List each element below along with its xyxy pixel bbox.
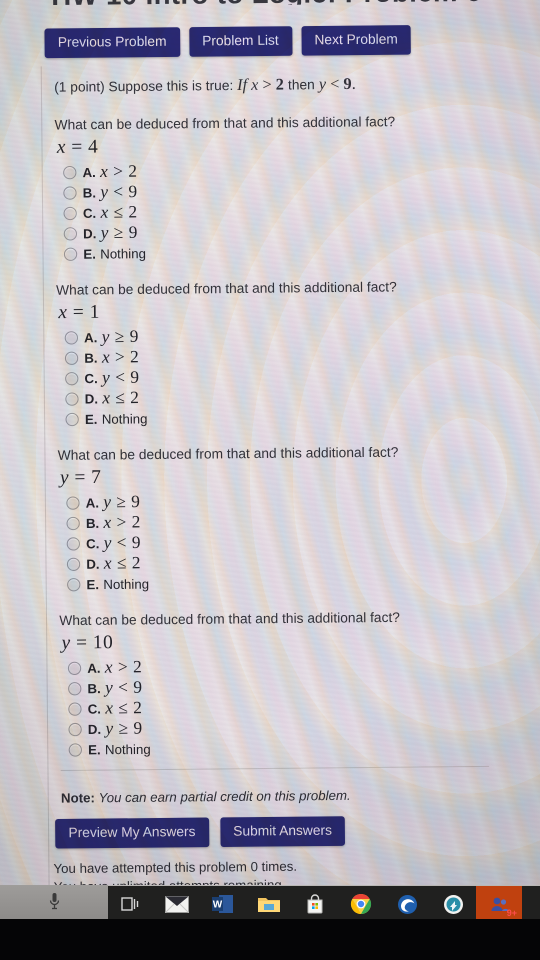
cortana-area[interactable] [0,885,108,919]
radio-button[interactable] [64,351,79,365]
mail-icon[interactable] [154,886,200,922]
notification-badge: 9+ [506,908,517,918]
teal-app-icon[interactable] [430,886,476,922]
radio-button[interactable] [65,371,79,385]
answer-option-label: A. y ≥ 9 [84,326,139,347]
microphone-icon [49,893,59,910]
radio-button[interactable] [63,226,78,241]
answer-option-label: D. x ≤ 2 [86,552,142,573]
question-block: What can be deduced from that and this a… [54,113,494,264]
radio-button[interactable] [66,495,80,510]
microsoft-store-icon[interactable] [292,886,338,922]
question-stem: What can be deduced from that and this a… [59,609,400,629]
note-text: Note: You can earn partial credit on thi… [61,788,351,806]
radio-button[interactable] [68,701,82,716]
given-fact: y = 7 [59,466,102,489]
answer-option-label: B. x > 2 [84,346,140,367]
answer-option[interactable]: E. Nothing [68,735,500,760]
problem-list-button[interactable]: Problem List [188,26,293,57]
answer-option[interactable]: E. Nothing [63,239,495,264]
problem-panel: (1 point) Suppose this is true: If x > 2… [40,61,514,895]
question-stem: What can be deduced from that and this a… [56,279,397,298]
radio-button[interactable] [66,536,81,551]
answer-option-label: C. y < 9 [84,367,140,388]
file-explorer-icon[interactable] [246,886,292,922]
radio-button[interactable] [63,165,77,179]
radio-button[interactable] [63,185,77,200]
page-title: HW 10 Intro to Logic: Problem 6 [0,0,540,8]
answer-option[interactable]: E. Nothing [65,405,496,430]
answer-option-label: B. y < 9 [87,677,143,698]
given-fact: x = 1 [58,301,100,324]
radio-button[interactable] [67,577,81,591]
answer-option[interactable]: E. Nothing [67,570,498,595]
problem-navigation: Previous Problem Problem List Next Probl… [44,25,412,58]
edge-icon[interactable] [384,886,430,922]
answer-option-label: D. y ≥ 9 [87,718,143,738]
letterbox-bottom [0,919,540,960]
radio-button[interactable] [68,681,82,695]
answer-option-label: E. Nothing [86,576,150,593]
given-fact: x = 4 [56,136,99,158]
answer-option-label: D. y ≥ 9 [83,222,138,243]
radio-button[interactable] [63,206,77,220]
task-view-icon[interactable] [108,886,154,922]
prompt-points: (1 point) Suppose this is true: [54,77,238,95]
answer-option-label: A. y ≥ 9 [85,491,141,512]
radio-button[interactable] [65,412,79,426]
windows-taskbar: W 9+ [108,886,540,922]
problem-prompt: (1 point) Suppose this is true: If x > 2… [54,75,356,95]
radio-button[interactable] [66,516,80,530]
question-block: What can be deduced from that and this a… [56,278,496,429]
question-stem: What can be deduced from that and this a… [54,113,396,133]
answer-option-label: A. x > 2 [87,657,143,677]
attempts-count-line: You have attempted this problem 0 times. [53,858,298,877]
photographed-screen: HW 10 Intro to Logic: Problem 6 Previous… [0,0,540,905]
question-block: What can be deduced from that and this a… [59,609,499,760]
answer-option-label: E. Nothing [88,741,151,758]
answer-option-label: B. y < 9 [82,181,138,202]
radio-button[interactable] [68,722,82,736]
radio-button[interactable] [68,742,83,757]
chrome-icon[interactable] [338,886,384,922]
question-block: What can be deduced from that and this a… [58,443,498,594]
radio-button[interactable] [66,557,81,571]
svg-text:W: W [213,900,223,911]
answer-option-label: C. x ≤ 2 [82,202,138,222]
question-stem: What can be deduced from that and this a… [57,444,399,463]
word-icon[interactable]: W [200,886,246,922]
webwork-page: HW 10 Intro to Logic: Problem 6 Previous… [0,0,540,905]
radio-button[interactable] [65,391,79,406]
answer-actions: Preview My Answers Submit Answers [55,816,346,849]
answer-option-label: D. x ≤ 2 [84,387,140,408]
answer-option-label: C. y < 9 [86,532,142,553]
answer-option-label: E. Nothing [84,411,148,428]
answer-option-label: C. x ≤ 2 [87,697,143,718]
answer-option-label: E. Nothing [83,245,146,262]
next-problem-button[interactable]: Next Problem [301,25,412,56]
orange-app-icon[interactable]: 9+ [476,886,522,922]
page-title-text: HW 10 Intro to Logic: Problem 6 [0,0,540,8]
radio-button[interactable] [63,247,78,261]
radio-button[interactable] [67,661,82,675]
preview-my-answers-button[interactable]: Preview My Answers [55,817,209,849]
answer-option-label: A. x > 2 [82,161,138,182]
note-body: You can earn partial credit on this prob… [98,787,351,806]
given-fact: y = 10 [61,631,114,654]
section-divider [60,765,490,772]
radio-button[interactable] [64,330,79,345]
previous-problem-button[interactable]: Previous Problem [44,27,180,58]
submit-answers-button[interactable]: Submit Answers [219,816,346,847]
note-label: Note: [60,790,95,806]
answer-option-label: B. x > 2 [85,512,141,532]
